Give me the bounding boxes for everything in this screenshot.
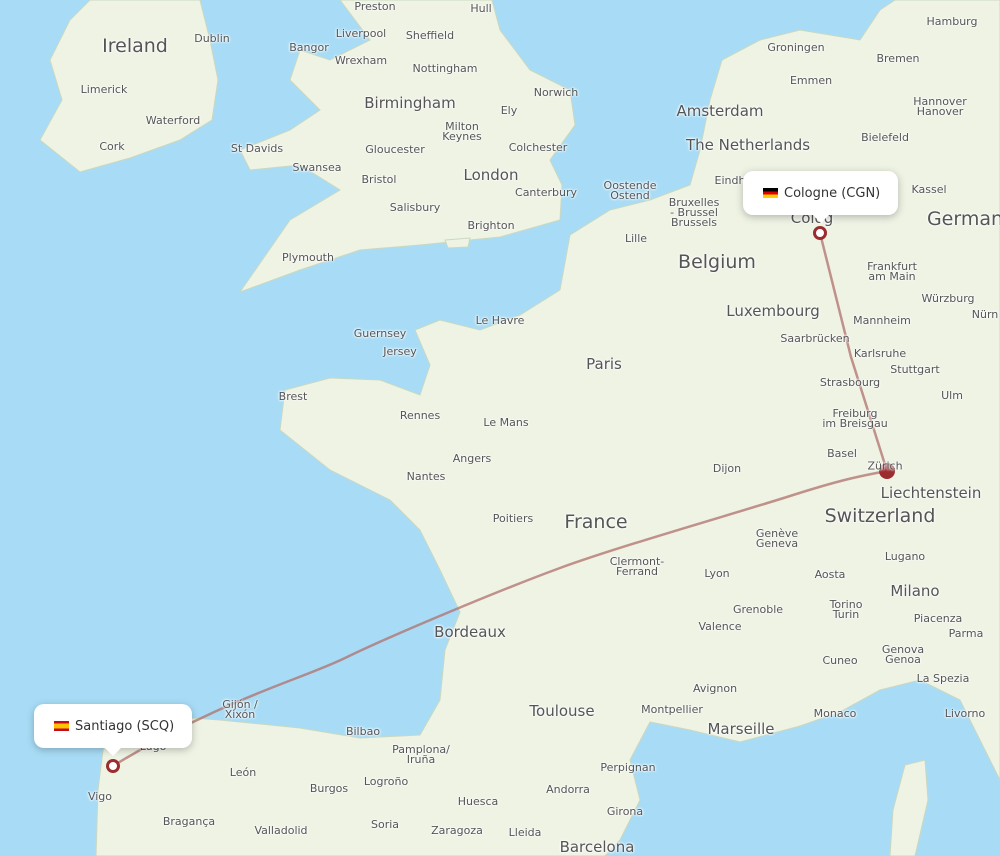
germany-flag-icon bbox=[763, 188, 778, 198]
origin-callout[interactable]: Santiago (SCQ) bbox=[34, 704, 193, 756]
destination-pin-icon[interactable] bbox=[813, 226, 827, 240]
origin-pin-icon[interactable] bbox=[106, 759, 120, 773]
destination-callout[interactable]: Cologne (CGN) bbox=[743, 171, 899, 223]
spain-flag-icon bbox=[54, 721, 69, 731]
stopover-label: Zürich bbox=[867, 459, 903, 473]
origin-label: Santiago (SCQ) bbox=[75, 718, 175, 734]
destination-label: Cologne (CGN) bbox=[784, 185, 881, 201]
